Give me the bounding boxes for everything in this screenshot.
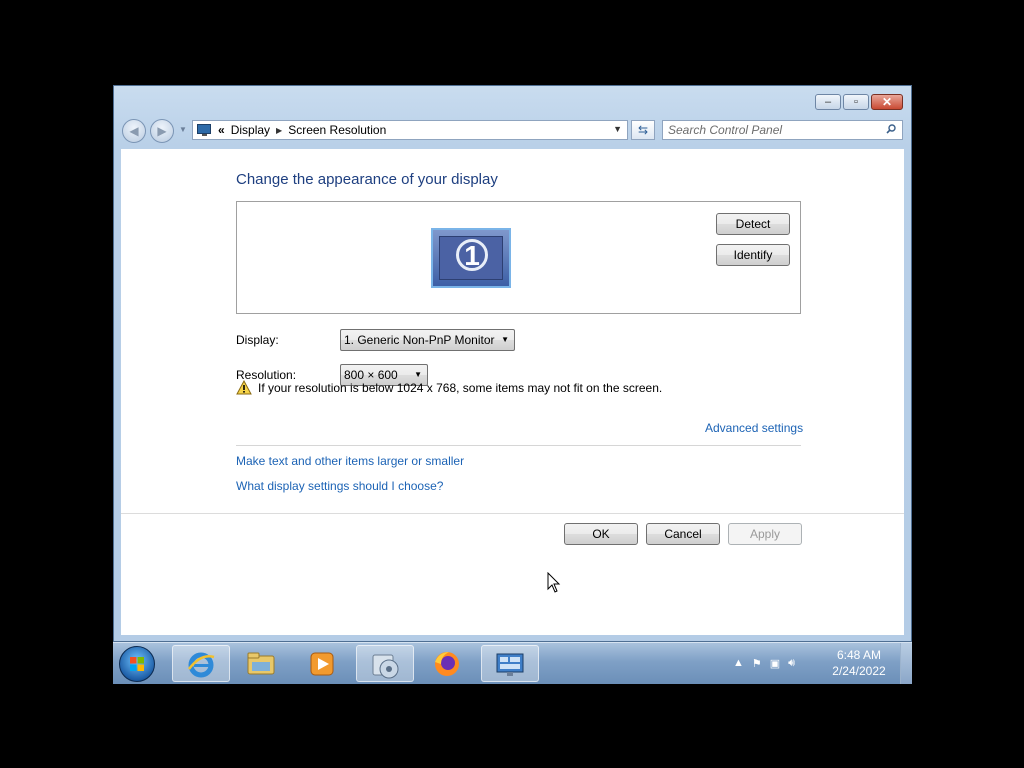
divider bbox=[236, 445, 801, 446]
display-select-value: 1. Generic Non-PnP Monitor bbox=[344, 333, 495, 347]
taskbar-media-center[interactable] bbox=[356, 645, 414, 682]
taskbar-media-player[interactable] bbox=[294, 645, 352, 682]
display-select[interactable]: 1. Generic Non-PnP Monitor ▼ bbox=[340, 329, 515, 351]
volume-icon[interactable]: 🔊︎ bbox=[788, 657, 795, 670]
refresh-icon: ⇆ bbox=[637, 123, 649, 137]
monitor-number: 1 bbox=[456, 239, 488, 271]
page-title: Change the appearance of your display bbox=[236, 171, 498, 188]
breadcrumb-overflow[interactable]: « bbox=[218, 123, 225, 137]
search-box[interactable] bbox=[662, 120, 903, 140]
warning-text: If your resolution is below 1024 x 768, … bbox=[258, 380, 663, 395]
back-arrow-icon: ◀ bbox=[129, 124, 139, 138]
search-input[interactable] bbox=[668, 123, 873, 137]
monitor-preview-panel: 1 Detect Identify bbox=[236, 201, 801, 314]
monitor-1-tile[interactable]: 1 bbox=[431, 228, 511, 288]
show-hidden-icons-icon[interactable]: ▲ bbox=[733, 657, 744, 669]
navigation-buttons: ◀ ▶ ▼ bbox=[122, 119, 187, 143]
restore-button[interactable]: ▫ bbox=[843, 94, 869, 110]
breadcrumb-arrow-icon[interactable]: ▶ bbox=[276, 126, 282, 135]
taskbar-firefox[interactable] bbox=[419, 645, 477, 682]
show-desktop-button[interactable] bbox=[900, 643, 912, 684]
minimize-icon: ‒ bbox=[824, 96, 832, 108]
forward-arrow-icon: ▶ bbox=[157, 124, 167, 138]
footer-divider bbox=[121, 513, 904, 514]
address-bar[interactable]: « Display ▶ Screen Resolution ▼ bbox=[192, 120, 628, 140]
display-label: Display: bbox=[236, 333, 279, 347]
display-help-link[interactable]: What display settings should I choose? bbox=[236, 479, 443, 493]
resolution-warning: If your resolution is below 1024 x 768, … bbox=[236, 380, 662, 395]
warning-icon bbox=[236, 380, 252, 395]
firefox-icon bbox=[435, 652, 459, 676]
search-icon[interactable] bbox=[886, 124, 896, 134]
close-icon: ✕ bbox=[881, 95, 893, 109]
windows-explorer-icon bbox=[247, 652, 275, 675]
address-dropdown-icon[interactable]: ▼ bbox=[613, 124, 622, 134]
minimize-button[interactable]: ‒ bbox=[815, 94, 841, 110]
close-button[interactable]: ✕ bbox=[871, 94, 903, 110]
advanced-settings-link[interactable]: Advanced settings bbox=[705, 421, 803, 435]
ok-button[interactable]: OK bbox=[564, 523, 638, 545]
refresh-button[interactable]: ⇆ bbox=[631, 120, 655, 140]
back-button[interactable]: ◀ bbox=[122, 119, 146, 143]
chevron-down-icon: ▼ bbox=[501, 335, 509, 344]
control-panel-window: ‒ ▫ ✕ ◀ ▶ ▼ « Display ▶ Screen Resolutio… bbox=[113, 85, 912, 642]
media-center-icon bbox=[372, 654, 399, 679]
taskbar-windows-explorer[interactable] bbox=[233, 645, 291, 682]
detect-button[interactable]: Detect bbox=[716, 213, 790, 235]
mouse-cursor-icon bbox=[547, 572, 561, 593]
caption-buttons: ‒ ▫ ✕ bbox=[813, 94, 903, 110]
media-player-icon bbox=[310, 652, 334, 676]
clock-date: 2/24/2022 bbox=[832, 664, 886, 678]
display-monitor-icon bbox=[197, 123, 213, 137]
screen: ‒ ▫ ✕ ◀ ▶ ▼ « Display ▶ Screen Resolutio… bbox=[113, 85, 912, 684]
start-button[interactable] bbox=[119, 646, 155, 682]
action-center-flag-icon[interactable]: ⚑ bbox=[752, 657, 762, 670]
taskbar: ▲ ⚑ ▣ 🔊︎ 6:48 AM 2/24/2022 bbox=[113, 642, 912, 684]
network-icon[interactable]: ▣ bbox=[770, 657, 780, 670]
internet-explorer-icon bbox=[188, 652, 215, 678]
breadcrumb-display[interactable]: Display bbox=[231, 123, 270, 137]
forward-button[interactable]: ▶ bbox=[150, 119, 174, 143]
clock-time: 6:48 AM bbox=[836, 648, 882, 662]
taskbar-internet-explorer[interactable] bbox=[172, 645, 230, 682]
breadcrumb-screen-resolution[interactable]: Screen Resolution bbox=[288, 123, 386, 137]
apply-button[interactable]: Apply bbox=[728, 523, 802, 545]
display-settings-icon bbox=[496, 653, 524, 676]
restore-icon: ▫ bbox=[854, 96, 858, 108]
taskbar-display-settings[interactable] bbox=[481, 645, 539, 682]
text-size-link[interactable]: Make text and other items larger or smal… bbox=[236, 454, 464, 468]
windows-logo-icon bbox=[130, 657, 144, 671]
identify-button[interactable]: Identify bbox=[716, 244, 790, 266]
cancel-button[interactable]: Cancel bbox=[646, 523, 720, 545]
notification-area: ▲ ⚑ ▣ 🔊︎ bbox=[733, 643, 803, 683]
recent-pages-chevron-icon[interactable]: ▼ bbox=[179, 125, 187, 134]
content-area: Change the appearance of your display 1 … bbox=[121, 149, 904, 635]
clock[interactable]: 6:48 AM 2/24/2022 bbox=[825, 647, 893, 679]
